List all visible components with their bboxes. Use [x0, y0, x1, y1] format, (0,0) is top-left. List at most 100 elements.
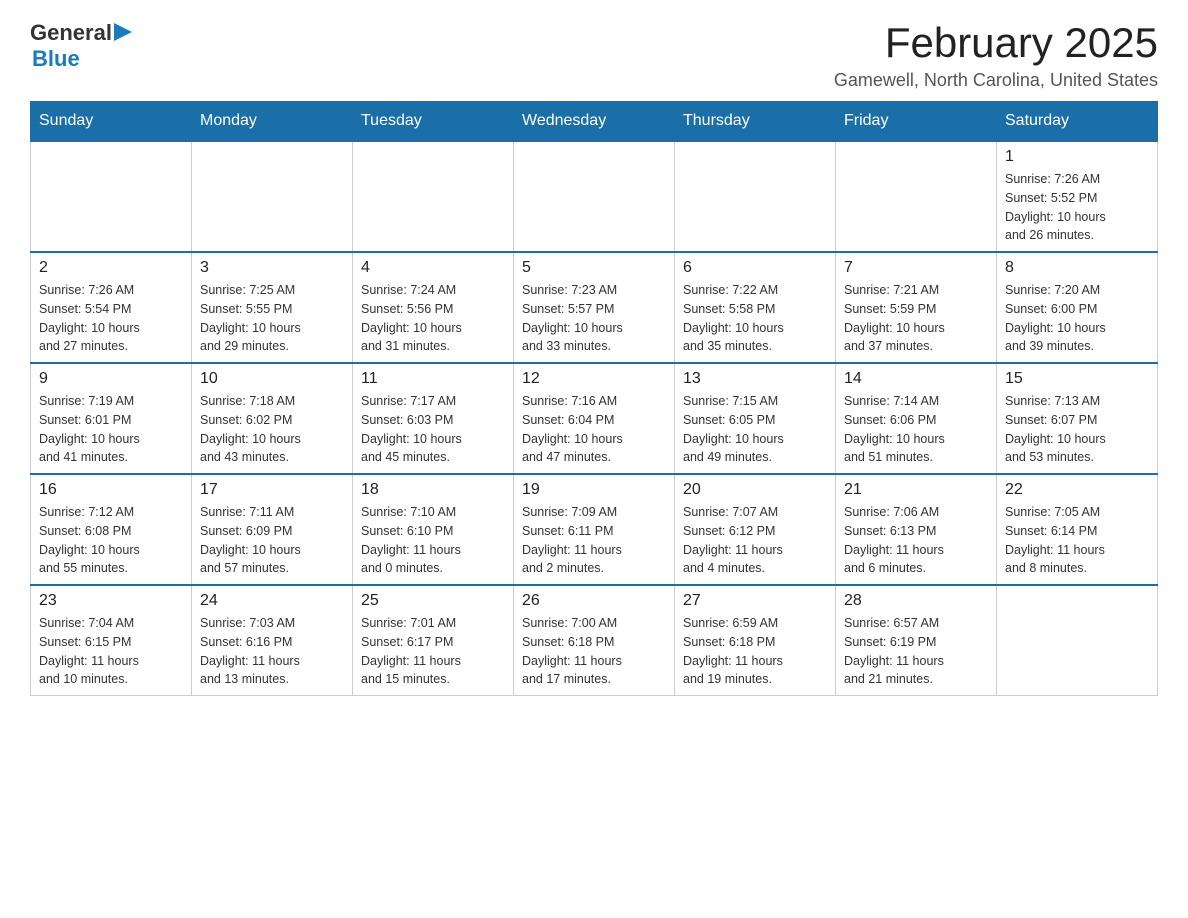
- calendar-week-0: 1 Sunrise: 7:26 AMSunset: 5:52 PMDaylight…: [31, 141, 1158, 252]
- calendar-cell: 22 Sunrise: 7:05 AMSunset: 6:14 PMDayligh…: [997, 474, 1158, 585]
- day-number: 24: [200, 592, 344, 610]
- calendar-header-wednesday: Wednesday: [514, 102, 675, 142]
- day-info: Sunrise: 7:00 AMSunset: 6:18 PMDaylight:…: [522, 614, 666, 689]
- day-info: Sunrise: 7:24 AMSunset: 5:56 PMDaylight:…: [361, 281, 505, 356]
- day-info: Sunrise: 7:20 AMSunset: 6:00 PMDaylight:…: [1005, 281, 1149, 356]
- day-number: 6: [683, 259, 827, 277]
- day-info: Sunrise: 7:21 AMSunset: 5:59 PMDaylight:…: [844, 281, 988, 356]
- day-number: 16: [39, 481, 183, 499]
- calendar-cell: 10 Sunrise: 7:18 AMSunset: 6:02 PMDayligh…: [192, 363, 353, 474]
- day-number: 12: [522, 370, 666, 388]
- day-number: 7: [844, 259, 988, 277]
- calendar-cell: 21 Sunrise: 7:06 AMSunset: 6:13 PMDayligh…: [836, 474, 997, 585]
- logo-arrow-icon: [114, 23, 132, 41]
- calendar-header-row: SundayMondayTuesdayWednesdayThursdayFrid…: [31, 102, 1158, 142]
- day-info: Sunrise: 7:22 AMSunset: 5:58 PMDaylight:…: [683, 281, 827, 356]
- calendar-week-3: 16 Sunrise: 7:12 AMSunset: 6:08 PMDayligh…: [31, 474, 1158, 585]
- day-number: 13: [683, 370, 827, 388]
- calendar-cell: 17Sunrise: 7:11 AMSunset: 6:09 PMDayligh…: [192, 474, 353, 585]
- location-title: Gamewell, North Carolina, United States: [834, 70, 1158, 91]
- calendar-cell: [353, 141, 514, 252]
- calendar-cell: 25Sunrise: 7:01 AMSunset: 6:17 PMDayligh…: [353, 585, 514, 696]
- day-info: Sunrise: 7:26 AMSunset: 5:52 PMDaylight:…: [1005, 170, 1149, 245]
- calendar-week-4: 23 Sunrise: 7:04 AMSunset: 6:15 PMDayligh…: [31, 585, 1158, 696]
- calendar-header-monday: Monday: [192, 102, 353, 142]
- day-info: Sunrise: 7:14 AMSunset: 6:06 PMDaylight:…: [844, 392, 988, 467]
- day-info: Sunrise: 7:07 AMSunset: 6:12 PMDaylight:…: [683, 503, 827, 578]
- day-number: 18: [361, 481, 505, 499]
- calendar-cell: 26 Sunrise: 7:00 AMSunset: 6:18 PMDayligh…: [514, 585, 675, 696]
- day-info: Sunrise: 6:59 AMSunset: 6:18 PMDaylight:…: [683, 614, 827, 689]
- month-title: February 2025: [834, 20, 1158, 66]
- calendar-header-thursday: Thursday: [675, 102, 836, 142]
- day-info: Sunrise: 7:12 AMSunset: 6:08 PMDaylight:…: [39, 503, 183, 578]
- day-number: 15: [1005, 370, 1149, 388]
- calendar-cell: 12 Sunrise: 7:16 AMSunset: 6:04 PMDayligh…: [514, 363, 675, 474]
- logo-blue-text: Blue: [32, 46, 80, 71]
- day-number: 4: [361, 259, 505, 277]
- calendar-cell: 9Sunrise: 7:19 AMSunset: 6:01 PMDaylight…: [31, 363, 192, 474]
- calendar-cell: 18 Sunrise: 7:10 AMSunset: 6:10 PMDayligh…: [353, 474, 514, 585]
- day-info: Sunrise: 7:10 AMSunset: 6:10 PMDaylight:…: [361, 503, 505, 578]
- day-number: 23: [39, 592, 183, 610]
- calendar-header-saturday: Saturday: [997, 102, 1158, 142]
- calendar-cell: [514, 141, 675, 252]
- title-block: February 2025 Gamewell, North Carolina, …: [834, 20, 1158, 91]
- day-number: 5: [522, 259, 666, 277]
- day-info: Sunrise: 7:06 AMSunset: 6:13 PMDaylight:…: [844, 503, 988, 578]
- calendar-cell: 13Sunrise: 7:15 AMSunset: 6:05 PMDayligh…: [675, 363, 836, 474]
- day-info: Sunrise: 7:18 AMSunset: 6:02 PMDaylight:…: [200, 392, 344, 467]
- day-number: 11: [361, 370, 505, 388]
- calendar-cell: 2Sunrise: 7:26 AMSunset: 5:54 PMDaylight…: [31, 252, 192, 363]
- day-number: 2: [39, 259, 183, 277]
- day-number: 20: [683, 481, 827, 499]
- day-info: Sunrise: 7:16 AMSunset: 6:04 PMDaylight:…: [522, 392, 666, 467]
- day-number: 28: [844, 592, 988, 610]
- day-number: 1: [1005, 148, 1149, 166]
- calendar-cell: 20 Sunrise: 7:07 AMSunset: 6:12 PMDayligh…: [675, 474, 836, 585]
- calendar-cell: 28 Sunrise: 6:57 AMSunset: 6:19 PMDayligh…: [836, 585, 997, 696]
- day-info: Sunrise: 7:01 AMSunset: 6:17 PMDaylight:…: [361, 614, 505, 689]
- logo: General Blue: [30, 20, 132, 72]
- calendar-cell: 24 Sunrise: 7:03 AMSunset: 6:16 PMDayligh…: [192, 585, 353, 696]
- calendar-cell: 4 Sunrise: 7:24 AMSunset: 5:56 PMDaylight…: [353, 252, 514, 363]
- day-number: 26: [522, 592, 666, 610]
- day-number: 3: [200, 259, 344, 277]
- day-info: Sunrise: 7:05 AMSunset: 6:14 PMDaylight:…: [1005, 503, 1149, 578]
- calendar-header-sunday: Sunday: [31, 102, 192, 142]
- page-header: General Blue February 2025 Gamewell, Nor…: [30, 20, 1158, 91]
- calendar-cell: 7 Sunrise: 7:21 AMSunset: 5:59 PMDaylight…: [836, 252, 997, 363]
- calendar-cell: [836, 141, 997, 252]
- day-info: Sunrise: 7:09 AMSunset: 6:11 PMDaylight:…: [522, 503, 666, 578]
- day-number: 21: [844, 481, 988, 499]
- day-number: 9: [39, 370, 183, 388]
- calendar-cell: 23 Sunrise: 7:04 AMSunset: 6:15 PMDayligh…: [31, 585, 192, 696]
- calendar-cell: 27Sunrise: 6:59 AMSunset: 6:18 PMDayligh…: [675, 585, 836, 696]
- day-info: Sunrise: 7:11 AMSunset: 6:09 PMDaylight:…: [200, 503, 344, 578]
- calendar-header-friday: Friday: [836, 102, 997, 142]
- day-number: 22: [1005, 481, 1149, 499]
- day-info: Sunrise: 7:23 AMSunset: 5:57 PMDaylight:…: [522, 281, 666, 356]
- day-info: Sunrise: 7:04 AMSunset: 6:15 PMDaylight:…: [39, 614, 183, 689]
- calendar-cell: 6 Sunrise: 7:22 AMSunset: 5:58 PMDaylight…: [675, 252, 836, 363]
- calendar-cell: 5 Sunrise: 7:23 AMSunset: 5:57 PMDaylight…: [514, 252, 675, 363]
- calendar-cell: 19 Sunrise: 7:09 AMSunset: 6:11 PMDayligh…: [514, 474, 675, 585]
- day-info: Sunrise: 7:03 AMSunset: 6:16 PMDaylight:…: [200, 614, 344, 689]
- calendar-table: SundayMondayTuesdayWednesdayThursdayFrid…: [30, 101, 1158, 696]
- calendar-cell: 11Sunrise: 7:17 AMSunset: 6:03 PMDayligh…: [353, 363, 514, 474]
- day-number: 8: [1005, 259, 1149, 277]
- calendar-cell: 1 Sunrise: 7:26 AMSunset: 5:52 PMDaylight…: [997, 141, 1158, 252]
- calendar-cell: 3 Sunrise: 7:25 AMSunset: 5:55 PMDaylight…: [192, 252, 353, 363]
- calendar-cell: 14Sunrise: 7:14 AMSunset: 6:06 PMDayligh…: [836, 363, 997, 474]
- calendar-cell: 8 Sunrise: 7:20 AMSunset: 6:00 PMDaylight…: [997, 252, 1158, 363]
- day-number: 19: [522, 481, 666, 499]
- day-number: 10: [200, 370, 344, 388]
- calendar-cell: [31, 141, 192, 252]
- calendar-week-1: 2Sunrise: 7:26 AMSunset: 5:54 PMDaylight…: [31, 252, 1158, 363]
- calendar-cell: [192, 141, 353, 252]
- calendar-cell: 16 Sunrise: 7:12 AMSunset: 6:08 PMDayligh…: [31, 474, 192, 585]
- calendar-cell: [675, 141, 836, 252]
- day-info: Sunrise: 7:25 AMSunset: 5:55 PMDaylight:…: [200, 281, 344, 356]
- calendar-cell: 15Sunrise: 7:13 AMSunset: 6:07 PMDayligh…: [997, 363, 1158, 474]
- day-info: Sunrise: 6:57 AMSunset: 6:19 PMDaylight:…: [844, 614, 988, 689]
